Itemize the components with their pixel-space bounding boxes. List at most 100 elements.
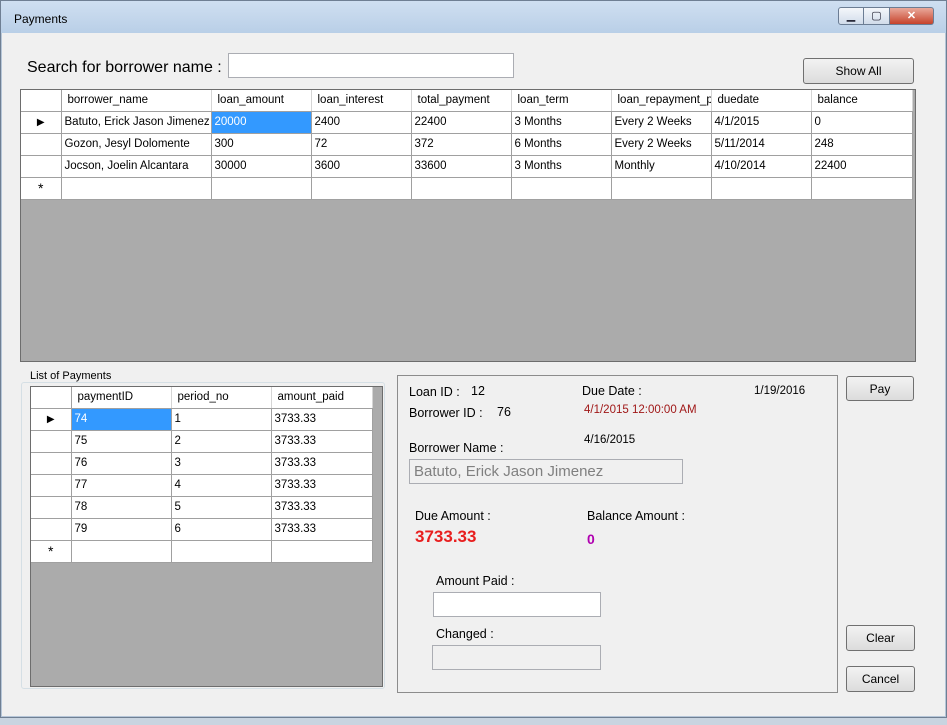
loan-cell[interactable]: Monthly [611,155,712,178]
payment-row[interactable]: 75 2 3733.33 [31,430,373,453]
loan-cell[interactable]: 6 Months [511,133,612,156]
payment-new-cell[interactable] [271,540,373,563]
loan-new-cell[interactable] [411,177,512,200]
loan-cell[interactable]: 22400 [411,111,512,134]
loan-cell[interactable]: 5/11/2014 [711,133,812,156]
amount-paid-input[interactable] [433,592,601,617]
loan-row[interactable]: ▶ Batuto, Erick Jason Jimenez 20000 2400 224… [21,111,913,134]
loan-column-header[interactable]: total_payment [411,90,512,112]
payment-column-header[interactable]: period_no [171,387,272,409]
loan-new-cell[interactable] [811,177,913,200]
payment-cell[interactable]: 3733.33 [271,408,373,431]
changed-field[interactable] [432,645,601,670]
loans-grid[interactable]: borrower_name loan_amount loan_interest tot… [20,89,916,362]
loan-column-header[interactable]: duedate [711,90,812,112]
loan-cell[interactable]: 72 [311,133,412,156]
current-row-indicator-icon[interactable]: ▶ [31,408,72,431]
loan-cell[interactable]: 4/10/2014 [711,155,812,178]
new-row-asterisk-icon: * [21,177,62,200]
loan-column-header[interactable]: borrower_name [61,90,212,112]
loan-column-header[interactable]: loan_term [511,90,612,112]
loan-cell[interactable]: Gozon, Jesyl Dolomente [61,133,212,156]
payment-cell[interactable]: 3733.33 [271,452,373,475]
loan-cell[interactable]: Jocson, Joelin Alcantara [61,155,212,178]
payment-row[interactable]: 79 6 3733.33 [31,518,373,541]
loan-column-header[interactable]: loan_amount [211,90,312,112]
loan-new-cell[interactable] [611,177,712,200]
payment-cell[interactable]: 79 [71,518,172,541]
loan-cell[interactable]: 3600 [311,155,412,178]
payment-column-header[interactable]: paymentID [71,387,172,409]
search-input[interactable] [228,53,514,78]
loan-new-cell[interactable] [311,177,412,200]
payment-row[interactable]: 78 5 3733.33 [31,496,373,519]
payment-cell[interactable]: 76 [71,452,172,475]
loan-column-header[interactable]: loan_repayment_p [611,90,712,112]
payment-new-cell[interactable] [71,540,172,563]
loan-new-cell[interactable] [511,177,612,200]
loan-cell[interactable]: 22400 [811,155,913,178]
payment-column-header[interactable]: amount_paid [271,387,373,409]
row-header[interactable] [21,133,62,156]
payment-cell[interactable]: 5 [171,496,272,519]
minimize-icon[interactable]: ▁ [838,7,864,25]
payment-new-cell[interactable] [171,540,272,563]
current-row-indicator-icon[interactable]: ▶ [21,111,62,134]
row-header[interactable] [31,430,72,453]
loan-cell[interactable]: 3 Months [511,155,612,178]
loan-new-cell[interactable] [61,177,212,200]
payment-cell[interactable]: 6 [171,518,272,541]
payment-cell[interactable]: 3733.33 [271,518,373,541]
payment-cell[interactable]: 3733.33 [271,430,373,453]
payment-cell[interactable]: 3733.33 [271,474,373,497]
loan-cell[interactable]: Every 2 Weeks [611,111,712,134]
loan-cell[interactable]: 372 [411,133,512,156]
payment-cell[interactable]: 78 [71,496,172,519]
payment-cell[interactable]: 1 [171,408,272,431]
payment-cell[interactable]: 74 [71,408,172,431]
loan-cell[interactable]: 20000 [211,111,312,134]
row-header[interactable] [21,155,62,178]
payment-cell[interactable]: 3733.33 [271,496,373,519]
cancel-button[interactable]: Cancel [846,666,915,692]
row-header[interactable] [31,452,72,475]
loan-row[interactable]: Gozon, Jesyl Dolomente 300 72 372 6 Months Ev… [21,133,913,156]
loan-cell[interactable]: 2400 [311,111,412,134]
loan-cell[interactable]: 0 [811,111,913,134]
payment-row[interactable]: 76 3 3733.33 [31,452,373,475]
loan-cell[interactable]: Batuto, Erick Jason Jimenez [61,111,212,134]
payment-row[interactable]: ▶ 74 1 3733.33 [31,408,373,431]
row-header[interactable] [31,496,72,519]
loan-cell[interactable]: 33600 [411,155,512,178]
loan-cell[interactable]: 248 [811,133,913,156]
loan-cell[interactable]: 300 [211,133,312,156]
loan-new-cell[interactable] [711,177,812,200]
loan-column-header[interactable]: balance [811,90,913,112]
payment-cell[interactable]: 77 [71,474,172,497]
payment-row[interactable]: 77 4 3733.33 [31,474,373,497]
pay-button[interactable]: Pay [846,376,914,401]
show-all-button[interactable]: Show All [803,58,914,84]
row-header[interactable] [31,518,72,541]
loan-new-cell[interactable] [211,177,312,200]
title-bar[interactable]: Payments ▁ ▢ ✕ [1,1,946,33]
payment-cell[interactable]: 4 [171,474,272,497]
balance-amount-label: Balance Amount : [587,509,685,523]
loan-column-header[interactable]: loan_interest [311,90,412,112]
loan-row[interactable]: Jocson, Joelin Alcantara 30000 3600 33600 3 … [21,155,913,178]
loan-cell[interactable]: 3 Months [511,111,612,134]
loan-cell[interactable]: Every 2 Weeks [611,133,712,156]
payment-cell[interactable]: 2 [171,430,272,453]
loan-cell[interactable]: 30000 [211,155,312,178]
payment-new-row[interactable]: * [31,540,373,563]
payment-cell[interactable]: 3 [171,452,272,475]
payments-grid[interactable]: paymentID period_no amount_paid ▶ 74 1 3733.3… [30,386,383,687]
loan-cell[interactable]: 4/1/2015 [711,111,812,134]
loan-new-row[interactable]: * [21,177,913,200]
payment-cell[interactable]: 75 [71,430,172,453]
row-header[interactable] [31,474,72,497]
maximize-icon[interactable]: ▢ [864,7,890,25]
close-icon[interactable]: ✕ [890,7,934,25]
borrower-name-field[interactable] [409,459,683,484]
clear-button[interactable]: Clear [846,625,915,651]
